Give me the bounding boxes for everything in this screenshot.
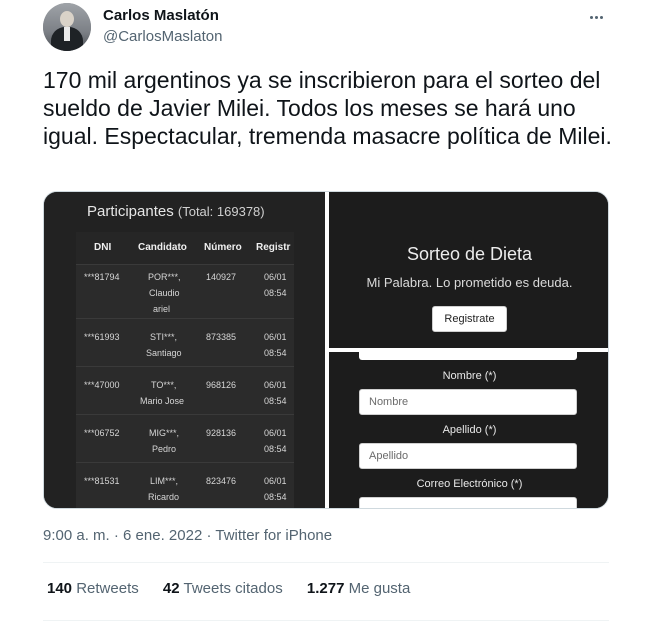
table-header: DNI Candidato Número Registr xyxy=(76,232,294,264)
tweet-media[interactable]: Participantes (Total: 169378) DNI Candid… xyxy=(43,191,609,509)
header-registro: Registr xyxy=(256,242,291,253)
row-date: 06/01 xyxy=(264,332,287,342)
row-candidate: Pedro xyxy=(152,444,177,454)
row-date: 06/01 xyxy=(264,272,287,282)
row-candidate: TO***, xyxy=(151,380,177,390)
quotes-stat[interactable]: 42 Tweets citados xyxy=(163,580,283,597)
header-numero: Número xyxy=(204,242,242,253)
table-row: ***61993 STI***, Santiago 873385 06/01 0… xyxy=(76,318,294,366)
correo-field xyxy=(359,497,577,508)
register-button[interactable]: Registrate xyxy=(432,306,507,332)
table-row: ***06752 MIG***, Pedro 928136 06/01 08:5… xyxy=(76,414,294,462)
row-dni: ***61993 xyxy=(84,332,120,342)
tweet-meta: 9:00 a. m. · 6 ene. 2022 · Twitter for i… xyxy=(43,527,332,544)
row-candidate: Santiago xyxy=(146,348,182,358)
row-candidate: Mario Jose xyxy=(140,396,185,406)
participants-title: Participantes (Total: 169378) xyxy=(87,203,265,220)
meta-separator: · xyxy=(206,527,212,544)
row-candidate: POR***, xyxy=(148,272,181,282)
header-candidato: Candidato xyxy=(138,242,187,253)
tweet-stats: 140 Retweets 42 Tweets citados 1.277 Me … xyxy=(47,580,430,597)
form-image[interactable]: Nombre (*) Nombre Apellido (*) Apellido … xyxy=(329,352,608,508)
divider xyxy=(43,620,609,621)
more-options-icon[interactable] xyxy=(590,8,608,24)
retweets-label: Retweets xyxy=(76,580,139,597)
avatar[interactable] xyxy=(43,3,91,51)
author-name[interactable]: Carlos Maslatón xyxy=(103,7,219,24)
apellido-label: Apellido (*) xyxy=(442,424,497,436)
header-dni: DNI xyxy=(94,242,112,253)
row-time: 08:54 xyxy=(264,396,287,406)
row-number: 823476 xyxy=(206,476,237,486)
author-handle[interactable]: @CarlosMaslaton xyxy=(103,28,222,45)
retweets-count: 140 xyxy=(47,580,73,597)
sorteo-title: Sorteo de Dieta xyxy=(406,244,533,264)
tweet-source[interactable]: Twitter for iPhone xyxy=(215,527,332,544)
table-row: ***47000 TO***, Mario Jose 968126 06/01 … xyxy=(76,366,294,414)
row-dni: ***81794 xyxy=(84,272,120,282)
row-dni: ***06752 xyxy=(84,428,120,438)
tweet-date[interactable]: 6 ene. 2022 xyxy=(123,527,202,544)
tweet-text: 170 mil argentinos ya se inscribieron pa… xyxy=(43,67,612,149)
row-time: 08:54 xyxy=(264,444,287,454)
row-number: 873385 xyxy=(206,332,237,342)
table-row: ***81794 POR***, Claudio ariel 140927 06… xyxy=(76,264,294,318)
row-date: 06/01 xyxy=(264,476,287,486)
participants-title-text: Participantes xyxy=(87,203,174,220)
row-candidate: MIG***, xyxy=(149,428,180,438)
row-number: 968126 xyxy=(206,380,237,390)
correo-label: Correo Electrónico (*) xyxy=(416,478,523,490)
row-candidate: Claudio xyxy=(149,288,180,298)
participants-total: (Total: 169378) xyxy=(177,204,265,219)
row-number: 928136 xyxy=(206,428,237,438)
quotes-count: 42 xyxy=(162,580,180,597)
row-candidate: STI***, xyxy=(150,332,178,342)
table-row: ***81531 LIM***, Ricardo 823476 06/01 08… xyxy=(76,462,294,508)
sorteo-image[interactable]: Sorteo de Dieta Mi Palabra. Lo prometido… xyxy=(329,192,608,348)
row-time: 08:54 xyxy=(264,492,287,502)
row-date: 06/01 xyxy=(264,428,287,438)
row-time: 08:54 xyxy=(264,348,287,358)
row-candidate: Ricardo xyxy=(148,492,180,502)
divider xyxy=(43,562,609,563)
row-candidate: LIM***, xyxy=(150,476,179,486)
previous-field xyxy=(359,352,577,360)
row-number: 140927 xyxy=(206,272,237,282)
apellido-field: Apellido xyxy=(359,443,577,469)
meta-separator: · xyxy=(113,527,119,544)
retweets-stat[interactable]: 140 Retweets xyxy=(47,580,139,597)
row-candidate: ariel xyxy=(153,304,171,314)
tweet-time[interactable]: 9:00 a. m. xyxy=(43,527,110,544)
row-dni: ***81531 xyxy=(84,476,120,486)
nombre-field: Nombre xyxy=(359,389,577,415)
row-time: 08:54 xyxy=(264,288,287,298)
likes-label: Me gusta xyxy=(348,580,411,597)
sorteo-subtitle: Mi Palabra. Lo prometido es deuda. xyxy=(366,275,573,290)
tweet: Carlos Maslatón @CarlosMaslaton 170 mil … xyxy=(0,0,657,623)
row-date: 06/01 xyxy=(264,380,287,390)
likes-stat[interactable]: 1.277 Me gusta xyxy=(307,580,410,597)
quotes-label: Tweets citados xyxy=(183,580,283,597)
participants-table: DNI Candidato Número Registr ***81794 PO… xyxy=(76,232,294,508)
nombre-label: Nombre (*) xyxy=(442,370,497,382)
row-dni: ***47000 xyxy=(84,380,120,390)
likes-count: 1.277 xyxy=(306,580,345,597)
participants-image[interactable]: Participantes (Total: 169378) DNI Candid… xyxy=(44,192,325,508)
